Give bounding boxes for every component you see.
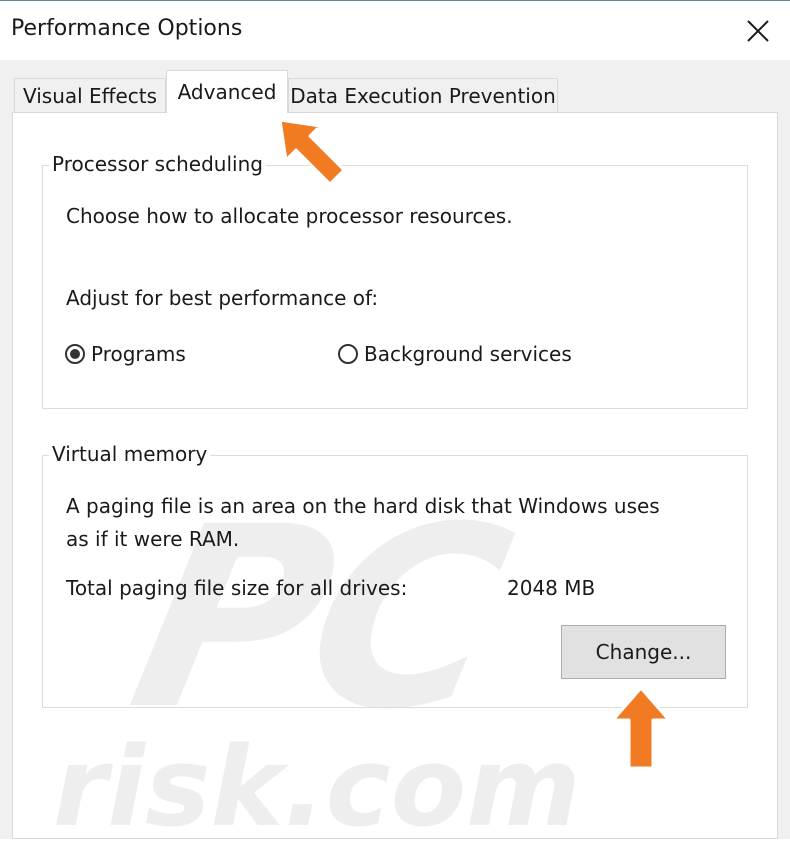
- virtual-memory-description-line1: A paging file is an area on the hard dis…: [66, 494, 660, 518]
- change-button[interactable]: Change...: [561, 625, 726, 679]
- processor-scheduling-group: Processor scheduling Choose how to alloc…: [42, 152, 748, 409]
- arrow-pointer-icon: [611, 686, 671, 770]
- radio-label: Background services: [364, 342, 572, 366]
- watermark-text: risk.com: [53, 723, 581, 851]
- virtual-memory-group: Virtual memory A paging file is an area …: [42, 442, 748, 708]
- tab-data-execution-prevention[interactable]: Data Execution Prevention: [288, 78, 558, 112]
- virtual-memory-description-line2: as if it were RAM.: [66, 527, 240, 551]
- radio-background-services[interactable]: Background services: [338, 342, 572, 366]
- radio-button[interactable]: [65, 344, 85, 364]
- title-bar: Performance Options: [0, 0, 790, 61]
- radio-button[interactable]: [338, 344, 358, 364]
- radio-selected-dot: [70, 349, 80, 359]
- virtual-memory-legend: Virtual memory: [49, 442, 211, 466]
- processor-scheduling-legend: Processor scheduling: [49, 152, 266, 176]
- tab-visual-effects[interactable]: Visual Effects: [14, 78, 166, 112]
- processor-description: Choose how to allocate processor resourc…: [66, 204, 513, 228]
- total-paging-value: 2048 MB: [507, 576, 596, 600]
- tab-label: Data Execution Prevention: [290, 83, 556, 108]
- radio-programs[interactable]: Programs: [65, 342, 186, 366]
- tab-advanced[interactable]: Advanced: [166, 70, 288, 113]
- tab-label: Visual Effects: [22, 83, 158, 108]
- arrow-pointer-icon: [278, 118, 346, 186]
- radio-label: Programs: [91, 342, 186, 366]
- window-title: Performance Options: [11, 16, 243, 41]
- adjust-performance-label: Adjust for best performance of:: [66, 286, 379, 310]
- total-paging-label: Total paging file size for all drives:: [66, 576, 408, 600]
- tab-label: Advanced: [177, 80, 277, 104]
- close-icon[interactable]: [740, 13, 776, 49]
